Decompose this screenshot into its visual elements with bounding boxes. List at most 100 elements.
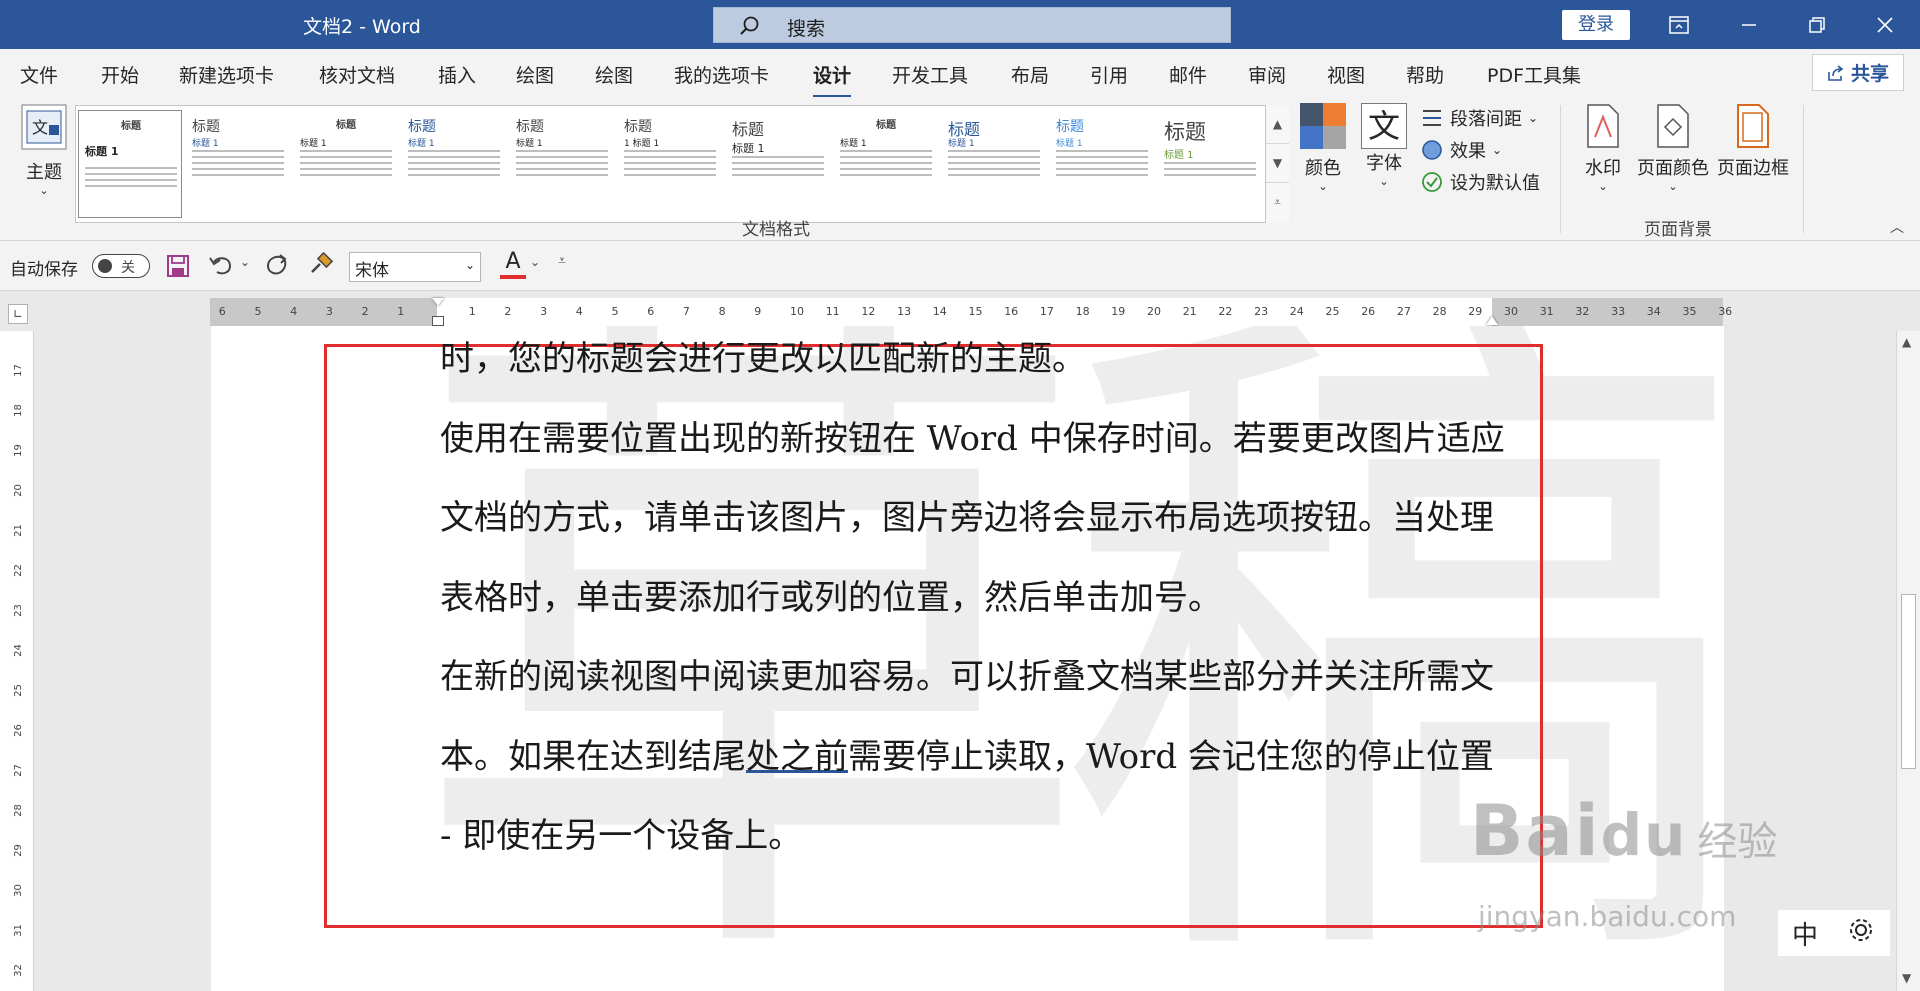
ruler-tick-label: 5 <box>611 305 619 318</box>
paragraph[interactable]: 使用在需要位置出现的新按钮在 Word 中保存时间。若要更改图片适应文档的方式，… <box>440 400 1510 639</box>
ruler-corner-tab-selector[interactable]: ∟ <box>8 304 28 324</box>
collapse-ribbon-button[interactable]: ︿ <box>1890 217 1904 237</box>
ruler-tick-label: 33 <box>1611 305 1626 318</box>
ruler-tick-label: 31 <box>12 924 24 937</box>
chevron-down-icon: ⌄ <box>1598 180 1608 193</box>
undo-button[interactable] <box>208 252 234 282</box>
gallery-expand-button[interactable]: ⩡ <box>1266 183 1289 222</box>
ribbon-separator <box>1560 105 1561 233</box>
chevron-down-icon: ⌄ <box>1318 180 1328 193</box>
first-line-indent-marker[interactable] <box>432 298 444 306</box>
style-set-item[interactable]: 标题 标题 1 <box>834 110 938 218</box>
tab-draw-1[interactable]: 绘图 <box>516 61 554 88</box>
ime-settings-button[interactable] <box>1846 915 1876 952</box>
chevron-down-icon: ⌄ <box>1528 111 1539 125</box>
tab-review[interactable]: 审阅 <box>1248 61 1286 88</box>
style-set-item[interactable]: 标题 标题 1 <box>186 110 290 218</box>
style-set-item[interactable]: 标题 标题 1 <box>402 110 506 218</box>
paragraph-spacing-button[interactable]: 段落间距 ⌄ <box>1420 105 1538 131</box>
style-set-item[interactable]: 标题 标题 1 <box>78 110 182 218</box>
restore-icon <box>1809 16 1825 33</box>
ruler-tick-label: 24 <box>1289 305 1304 318</box>
colors-button[interactable]: 颜色 ⌄ <box>1298 103 1348 193</box>
save-button[interactable] <box>166 254 190 282</box>
page-color-icon <box>1657 104 1689 148</box>
tab-home[interactable]: 开始 <box>101 61 139 88</box>
tab-developer[interactable]: 开发工具 <box>892 61 968 88</box>
style-set-item[interactable]: 标题 标题 1 <box>510 110 614 218</box>
watermark-button[interactable]: 水印 ⌄ <box>1578 103 1628 193</box>
scroll-thumb[interactable] <box>1901 594 1916 769</box>
right-indent-marker[interactable] <box>1486 316 1498 325</box>
horizontal-ruler[interactable]: 6 5 4 3 2 1 1 2 3 4 5 6 7 8 9 10 11 12 13 14 15 16 17 18 19 20 21 2… <box>210 298 1732 326</box>
vertical-scrollbar[interactable]: ▲ ▼ <box>1896 331 1920 991</box>
scroll-down-button[interactable]: ▼ <box>1902 971 1911 985</box>
ribbon-display-options-button[interactable] <box>1644 0 1714 49</box>
tab-new-tab[interactable]: 新建选项卡 <box>179 61 274 88</box>
login-button[interactable]: 登录 <box>1562 10 1630 40</box>
search-label: 搜索 <box>787 18 826 40</box>
autosave-toggle[interactable]: 关 <box>92 254 150 278</box>
ruler-tick-label: 27 <box>1396 305 1411 318</box>
gallery-scroll-down-button[interactable]: ▼ <box>1266 144 1289 183</box>
tab-pdf-tools[interactable]: PDF工具集 <box>1487 61 1581 88</box>
page-borders-label: 页面边框 <box>1717 158 1789 179</box>
page-color-label: 页面颜色 <box>1637 158 1709 179</box>
ime-mode-button[interactable]: 中 <box>1792 915 1818 952</box>
tab-file[interactable]: 文件 <box>20 61 58 88</box>
ruler-tick-label: 29 <box>1468 305 1483 318</box>
close-button[interactable] <box>1850 0 1920 49</box>
font-color-dropdown-icon[interactable]: ⌄ <box>530 255 540 269</box>
ruler-tick-label: 36 <box>1718 305 1733 318</box>
style-set-item[interactable]: 标题 标题 1 <box>1050 110 1154 218</box>
tab-insert[interactable]: 插入 <box>438 61 476 88</box>
tab-mailings[interactable]: 邮件 <box>1169 61 1207 88</box>
minimize-button[interactable] <box>1714 0 1784 49</box>
font-color-button[interactable]: A <box>500 249 526 279</box>
share-button[interactable]: 共享 <box>1812 54 1904 91</box>
effects-icon <box>1422 140 1442 160</box>
ruler-tick-label: 14 <box>932 305 947 318</box>
paragraph[interactable]: 时，您的标题会进行更改以匹配新的主题。 <box>440 326 1510 400</box>
grammar-underline[interactable]: 处之前 <box>746 737 848 777</box>
ruler-tick-label: 1 <box>397 305 405 318</box>
share-icon <box>1828 64 1844 81</box>
page-borders-button[interactable]: 页面边框 <box>1713 103 1793 180</box>
tab-review-doc[interactable]: 核对文档 <box>319 61 395 88</box>
paragraph[interactable]: 在新的阅读视图中阅读更加容易。可以折叠文档某些部分并关注所需文本。如果在达到结尾… <box>440 638 1510 877</box>
style-set-item[interactable]: 标题 标题 1 <box>942 110 1046 218</box>
gallery-scroll-up-button[interactable]: ▲ <box>1266 105 1289 144</box>
tab-help[interactable]: 帮助 <box>1406 61 1444 88</box>
ruler-tick-label: 2 <box>504 305 512 318</box>
font-name-select[interactable]: 宋体 ⌄ <box>349 252 481 282</box>
document-area: 草稿 时，您的标题会进行更改以匹配新的主题。 使用在需要位置出现的新按钮在 Wo… <box>35 326 1895 991</box>
style-set-item[interactable]: 标题 标题 1 <box>294 110 398 218</box>
tab-layout[interactable]: 布局 <box>1011 61 1049 88</box>
format-painter-button[interactable] <box>308 251 334 282</box>
ruler-tick-label: 34 <box>1646 305 1661 318</box>
undo-dropdown-icon[interactable]: ⌄ <box>240 255 250 269</box>
style-set-item[interactable]: 标题 标题 1 <box>1158 110 1262 218</box>
redo-button[interactable] <box>264 252 290 282</box>
effects-button[interactable]: 效果 ⌄ <box>1420 137 1502 163</box>
fonts-button[interactable]: 文 字体 ⌄ <box>1358 103 1410 188</box>
scroll-up-button[interactable]: ▲ <box>1902 335 1911 349</box>
themes-label: 主题 <box>26 162 62 183</box>
tab-design[interactable]: 设计 <box>813 61 852 98</box>
tab-references[interactable]: 引用 <box>1090 61 1128 88</box>
style-set-item[interactable]: 标题 标题 1 <box>726 110 830 218</box>
tab-my-tab[interactable]: 我的选项卡 <box>674 61 769 88</box>
document-body[interactable]: 时，您的标题会进行更改以匹配新的主题。 使用在需要位置出现的新按钮在 Word … <box>440 326 1510 877</box>
themes-button[interactable]: 文 主题 ⌄ <box>14 103 74 197</box>
search-box[interactable]: 搜索 <box>713 7 1231 43</box>
style-set-item[interactable]: 标题 1 标题 1 <box>618 110 722 218</box>
restore-button[interactable] <box>1782 0 1852 49</box>
customize-qat-button[interactable]: ⩡ <box>558 253 566 269</box>
ruler-tick-label: 25 <box>1325 305 1340 318</box>
set-as-default-button[interactable]: 设为默认值 <box>1420 169 1540 195</box>
vertical-ruler[interactable]: 17 18 19 20 21 22 23 24 25 26 27 28 29 30 31 32 <box>0 331 34 991</box>
page-color-button[interactable]: 页面颜色 ⌄ <box>1633 103 1713 193</box>
left-indent-marker[interactable] <box>432 316 444 326</box>
tab-view[interactable]: 视图 <box>1327 61 1365 88</box>
tab-draw-2[interactable]: 绘图 <box>595 61 633 88</box>
